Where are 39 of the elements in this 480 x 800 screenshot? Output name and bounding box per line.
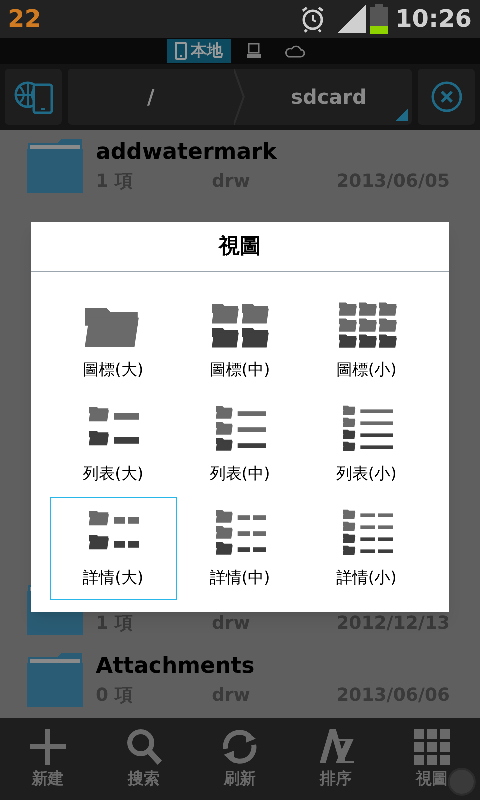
view-option[interactable]: 圖標(大) xyxy=(50,289,177,392)
view-option[interactable]: 列表(小) xyxy=(303,393,430,496)
toolbar-button[interactable]: 排序 xyxy=(301,727,371,791)
computer-icon xyxy=(247,43,261,59)
toolbar-button[interactable]: 搜索 xyxy=(109,727,179,791)
view-option[interactable]: 圖標(中) xyxy=(176,289,304,392)
storage-button[interactable] xyxy=(5,69,62,125)
breadcrumb-item[interactable]: sdcard xyxy=(246,69,412,125)
view-option[interactable]: 圖標(小) xyxy=(303,289,430,392)
view-option[interactable]: 列表(中) xyxy=(176,393,304,496)
file-name[interactable]: addwatermark xyxy=(96,138,450,168)
view-option[interactable]: 詳情(中) xyxy=(176,497,304,600)
breadcrumb-item[interactable]: / xyxy=(68,69,234,125)
battery-icon xyxy=(370,4,388,34)
close-icon xyxy=(430,81,462,113)
folder-grid-icon xyxy=(336,300,397,350)
clock: 10:26 xyxy=(396,7,472,31)
dialog-title: 視圖 xyxy=(219,232,261,260)
toolbar-button[interactable]: 視圖 xyxy=(397,727,467,791)
view-option[interactable]: 詳情(大) xyxy=(50,497,177,600)
folder-icon[interactable] xyxy=(26,137,84,195)
globe-phone-icon xyxy=(14,80,54,114)
location-tab[interactable]: 本地 xyxy=(167,39,231,63)
grid-icon xyxy=(412,727,452,767)
cloud-icon xyxy=(285,44,305,58)
phone-icon xyxy=(175,42,187,60)
plus-icon xyxy=(28,727,68,767)
folder-icon[interactable] xyxy=(26,651,84,709)
toolbar-button[interactable]: 新建 xyxy=(13,727,83,791)
alarm-icon xyxy=(300,5,326,33)
notification-count: 22 xyxy=(8,7,42,31)
chevron-icon xyxy=(234,69,246,125)
toolbar-button[interactable]: 刷新 xyxy=(205,727,275,791)
view-option[interactable]: 列表(大) xyxy=(50,393,177,496)
file-name[interactable]: Attachments xyxy=(96,652,450,682)
signal-icon xyxy=(338,5,366,33)
dropdown-corner-icon xyxy=(396,109,408,121)
close-button[interactable] xyxy=(418,69,475,125)
view-option[interactable]: 詳情(小) xyxy=(303,497,430,600)
